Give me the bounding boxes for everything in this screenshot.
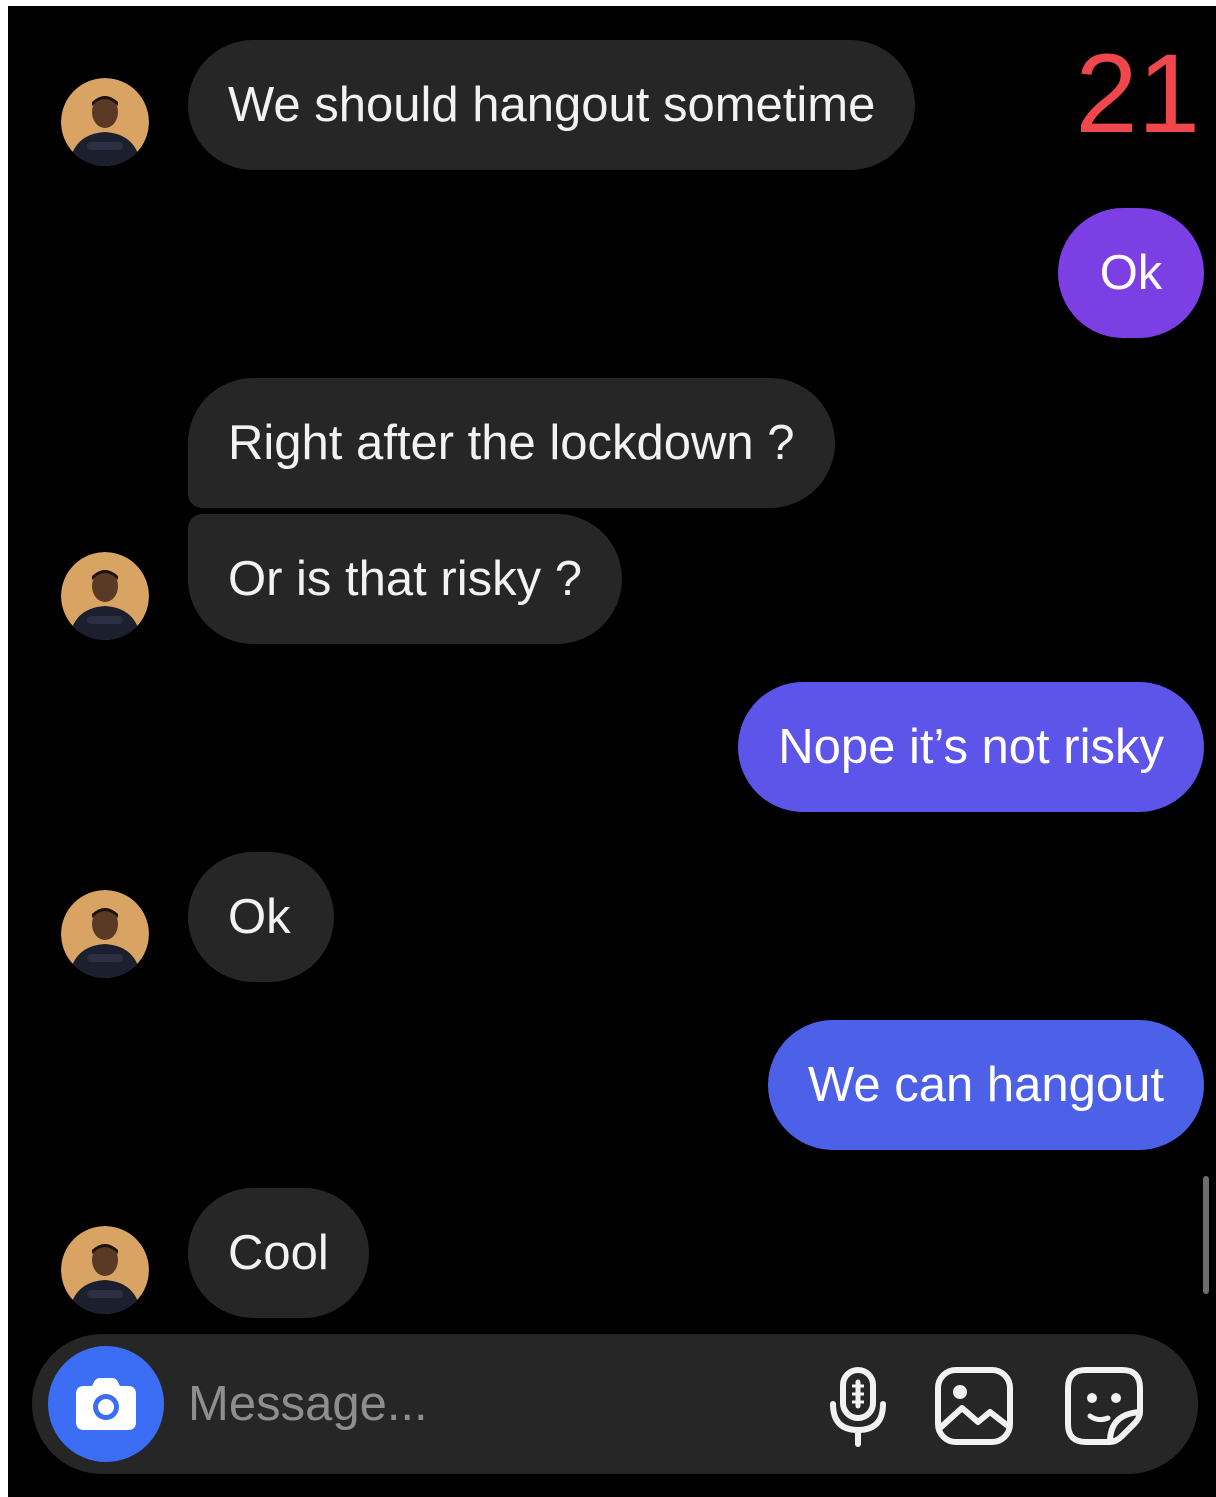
incoming-message[interactable]: Cool: [188, 1188, 369, 1318]
contact-avatar[interactable]: [61, 78, 149, 166]
microphone-button[interactable]: [816, 1364, 900, 1448]
camera-icon: [76, 1378, 136, 1430]
incoming-message[interactable]: Right after the lockdown ?: [188, 378, 835, 508]
scrollbar[interactable]: [1203, 1176, 1209, 1294]
outgoing-message[interactable]: Nope it’s not risky: [738, 682, 1204, 812]
message-composer: [32, 1334, 1198, 1474]
camera-button[interactable]: [48, 1346, 164, 1462]
microphone-icon: [830, 1367, 886, 1447]
incoming-message[interactable]: Ok: [188, 852, 334, 982]
avatar-image: [61, 1226, 149, 1314]
contact-avatar[interactable]: [61, 890, 149, 978]
message-input[interactable]: [188, 1369, 788, 1439]
image-icon: [935, 1367, 1013, 1445]
contact-avatar[interactable]: [61, 552, 149, 640]
incoming-message[interactable]: Or is that risky ?: [188, 514, 622, 644]
outgoing-message[interactable]: Ok: [1058, 208, 1204, 338]
incoming-message[interactable]: We should hangout sometime: [188, 40, 916, 170]
message-counter: 21: [1075, 31, 1200, 156]
avatar-image: [61, 890, 149, 978]
chat-screen: 21 We should hangout sometime Ok Right a…: [8, 6, 1216, 1497]
gallery-button[interactable]: [932, 1364, 1016, 1448]
contact-avatar[interactable]: [61, 1226, 149, 1314]
avatar-image: [61, 552, 149, 640]
sticker-icon: [1065, 1367, 1143, 1445]
sticker-button[interactable]: [1062, 1364, 1146, 1448]
avatar-image: [61, 78, 149, 166]
outgoing-message[interactable]: We can hangout: [768, 1020, 1204, 1150]
